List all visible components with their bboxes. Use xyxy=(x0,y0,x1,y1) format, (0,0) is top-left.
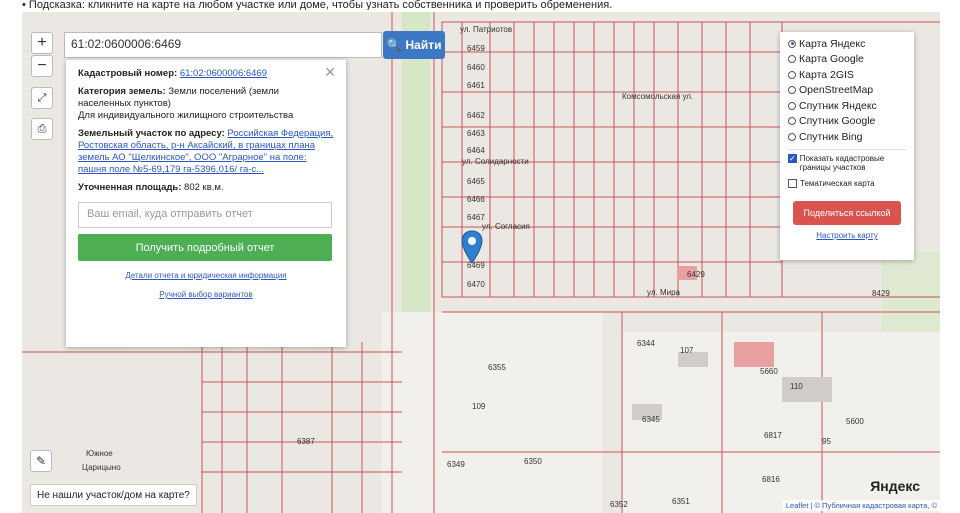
svg-text:ул. Патриотов: ул. Патриотов xyxy=(460,25,512,34)
svg-text:6462: 6462 xyxy=(467,111,485,120)
report-button[interactable]: Получить подробный отчет xyxy=(78,234,332,261)
svg-text:Комсомольская ул.: Комсомольская ул. xyxy=(622,92,693,101)
not-found-button[interactable]: Не нашли участок/дом на карте? xyxy=(30,484,197,506)
search-icon: 🔍 xyxy=(386,38,402,52)
radio-icon[interactable] xyxy=(788,39,796,48)
svg-text:6461: 6461 xyxy=(467,81,485,90)
area-label: Уточненная площадь: xyxy=(78,182,182,193)
radio-icon[interactable] xyxy=(788,132,796,141)
setup-map-link[interactable]: Настроить карту xyxy=(788,231,906,240)
manual-select-link[interactable]: Ручной выбор вариантов xyxy=(159,290,252,299)
search-button[interactable]: 🔍 Найти xyxy=(383,31,445,59)
svg-text:6459: 6459 xyxy=(467,44,485,53)
svg-text:6465: 6465 xyxy=(467,177,485,186)
svg-text:6345: 6345 xyxy=(642,415,660,424)
radio-icon[interactable] xyxy=(788,117,796,126)
radio-icon[interactable] xyxy=(788,101,796,110)
svg-text:6429: 6429 xyxy=(687,270,705,279)
svg-text:5660: 5660 xyxy=(760,367,778,376)
radio-icon[interactable] xyxy=(788,86,796,95)
svg-text:Южное: Южное xyxy=(86,449,113,458)
location-pin-icon xyxy=(461,230,483,264)
svg-text:109: 109 xyxy=(472,402,486,411)
layer-option-yandex[interactable]: Карта Яндекс xyxy=(788,36,906,52)
land-use: Для индивидуального жилищного строительс… xyxy=(78,110,294,121)
layer-option-google[interactable]: Карта Google xyxy=(788,52,906,68)
svg-text:6387: 6387 xyxy=(297,437,315,446)
layer-option-sat-google[interactable]: Спутник Google xyxy=(788,114,906,130)
address-label: Земельный участок по адресу: xyxy=(78,128,225,139)
svg-text:6464: 6464 xyxy=(467,146,485,155)
svg-text:8429: 8429 xyxy=(872,289,890,298)
svg-text:6351: 6351 xyxy=(672,497,690,506)
checkbox-icon[interactable] xyxy=(788,178,797,188)
map-canvas[interactable]: 6459 6460 6461 6462 6463 6464 6465 6466 … xyxy=(22,12,940,513)
radio-icon[interactable] xyxy=(788,55,796,64)
svg-text:Царицыно: Царицыно xyxy=(82,463,121,472)
show-cad-toggle[interactable]: ✓ Показать кадастровые границы участков xyxy=(788,153,906,172)
thematic-toggle[interactable]: Тематическая карта xyxy=(788,176,906,192)
search-input[interactable]: 61:02:0600006:6469 xyxy=(64,32,382,58)
layer-option-sat-yandex[interactable]: Спутник Яндекс xyxy=(788,98,906,114)
svg-text:6466: 6466 xyxy=(467,195,485,204)
ruler-icon[interactable]: ✎ xyxy=(30,450,52,472)
print-icon[interactable]: ⎙ xyxy=(31,118,53,140)
svg-text:ул. Согласия: ул. Согласия xyxy=(482,222,530,231)
layer-option-2gis[interactable]: Карта 2GIS xyxy=(788,67,906,83)
svg-text:ул. Мира: ул. Мира xyxy=(647,288,681,297)
svg-text:6467: 6467 xyxy=(467,213,485,222)
svg-text:6470: 6470 xyxy=(467,280,485,289)
svg-text:6355: 6355 xyxy=(488,363,506,372)
layers-panel: Карта Яндекс Карта Google Карта 2GIS Ope… xyxy=(780,32,914,260)
svg-text:6350: 6350 xyxy=(524,457,542,466)
svg-text:6349: 6349 xyxy=(447,460,465,469)
details-link[interactable]: Детали отчета и юридическая информация xyxy=(125,271,286,280)
layer-option-osm[interactable]: OpenStreetMap xyxy=(788,83,906,99)
yandex-logo: Яндекс xyxy=(870,478,920,494)
share-button[interactable]: Поделиться ссылкой xyxy=(793,201,901,225)
svg-text:6344: 6344 xyxy=(637,339,655,348)
cad-label: Кадастровый номер: xyxy=(78,68,178,79)
svg-text:95: 95 xyxy=(822,437,831,446)
attribution[interactable]: Leaflet | © Публичная кадастровая карта,… xyxy=(782,500,940,511)
close-icon[interactable]: ✕ xyxy=(324,64,336,81)
svg-text:6463: 6463 xyxy=(467,129,485,138)
svg-text:5600: 5600 xyxy=(846,417,864,426)
svg-text:6352: 6352 xyxy=(610,500,628,509)
svg-text:ул. Солидарности: ул. Солидарности xyxy=(462,157,529,166)
category-label: Категория земель: xyxy=(78,86,166,97)
svg-text:6817: 6817 xyxy=(764,431,782,440)
email-input[interactable]: Ваш email, куда отправить отчет xyxy=(78,202,332,228)
search-button-label: Найти xyxy=(405,38,442,52)
svg-text:110: 110 xyxy=(790,382,803,391)
layer-option-sat-bing[interactable]: Спутник Bing xyxy=(788,129,906,145)
checkbox-icon[interactable]: ✓ xyxy=(788,153,797,163)
svg-text:107: 107 xyxy=(680,346,694,355)
zoom-in-button[interactable]: + xyxy=(31,32,53,54)
area-value: 802 xyxy=(184,182,200,193)
area-unit: кв.м. xyxy=(202,182,224,193)
radio-icon[interactable] xyxy=(788,70,796,79)
cad-number-link[interactable]: 61:02:0600006:6469 xyxy=(180,68,267,79)
fullscreen-icon[interactable]: ⤢ xyxy=(31,87,53,109)
hint-text: • Подсказка: кликните на карте на любом … xyxy=(22,0,613,10)
svg-text:6816: 6816 xyxy=(762,475,780,484)
plot-info-popup: ✕ Кадастровый номер: 61:02:0600006:6469 … xyxy=(66,60,346,347)
zoom-out-button[interactable]: − xyxy=(31,55,53,77)
svg-text:6460: 6460 xyxy=(467,63,485,72)
